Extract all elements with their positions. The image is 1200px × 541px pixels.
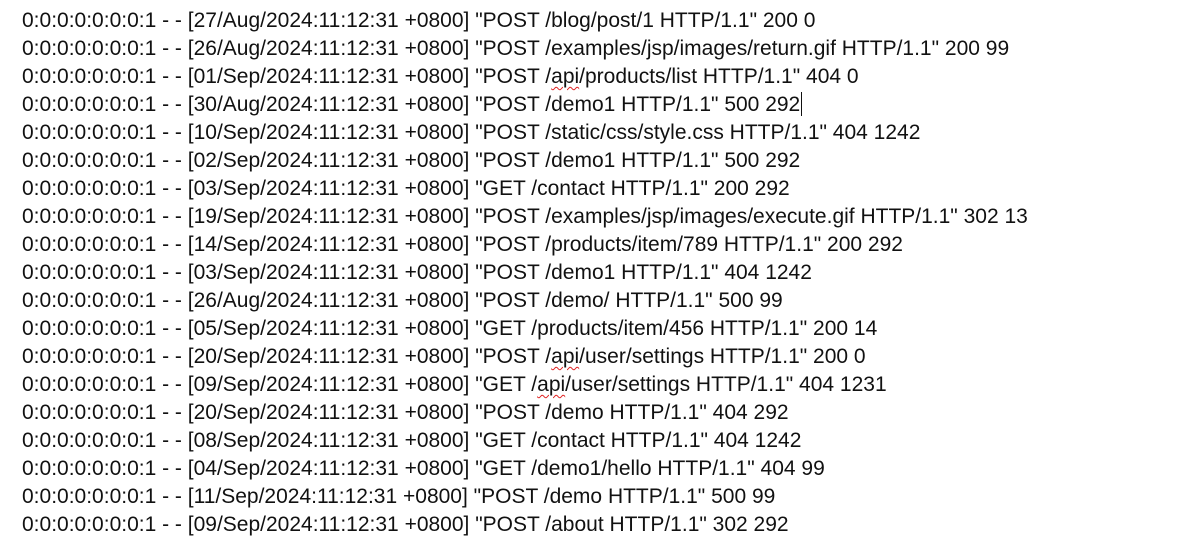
log-lines-list: 0:0:0:0:0:0:0:1 - - [27/Aug/2024:11:12:3…	[22, 7, 1028, 539]
text-editor-area[interactable]: 0:0:0:0:0:0:0:1 - - [27/Aug/2024:11:12:3…	[0, 0, 1200, 541]
spellcheck-underlined-word: api	[537, 373, 566, 396]
log-line: 0:0:0:0:0:0:0:1 - - [09/Sep/2024:11:12:3…	[22, 373, 887, 396]
log-line: 0:0:0:0:0:0:0:1 - - [10/Sep/2024:11:12:3…	[22, 121, 921, 144]
text-caret	[801, 92, 803, 116]
log-line: 0:0:0:0:0:0:0:1 - - [09/Sep/2024:11:12:3…	[22, 513, 789, 536]
log-line: 0:0:0:0:0:0:0:1 - - [08/Sep/2024:11:12:3…	[22, 429, 802, 452]
log-line: 0:0:0:0:0:0:0:1 - - [30/Aug/2024:11:12:3…	[22, 92, 803, 116]
log-line: 0:0:0:0:0:0:0:1 - - [20/Sep/2024:11:12:3…	[22, 401, 789, 424]
log-line: 0:0:0:0:0:0:0:1 - - [27/Aug/2024:11:12:3…	[22, 9, 816, 32]
log-line: 0:0:0:0:0:0:0:1 - - [01/Sep/2024:11:12:3…	[22, 65, 859, 88]
log-line: 0:0:0:0:0:0:0:1 - - [04/Sep/2024:11:12:3…	[22, 457, 825, 480]
log-line: 0:0:0:0:0:0:0:1 - - [03/Sep/2024:11:12:3…	[22, 261, 812, 284]
log-line: 0:0:0:0:0:0:0:1 - - [19/Sep/2024:11:12:3…	[22, 205, 1028, 228]
log-line: 0:0:0:0:0:0:0:1 - - [20/Sep/2024:11:12:3…	[22, 345, 866, 368]
spellcheck-underlined-word: api	[551, 65, 580, 88]
log-line: 0:0:0:0:0:0:0:1 - - [14/Sep/2024:11:12:3…	[22, 233, 903, 256]
log-line: 0:0:0:0:0:0:0:1 - - [05/Sep/2024:11:12:3…	[22, 317, 878, 340]
log-line: 0:0:0:0:0:0:0:1 - - [03/Sep/2024:11:12:3…	[22, 177, 790, 200]
log-line: 0:0:0:0:0:0:0:1 - - [02/Sep/2024:11:12:3…	[22, 149, 801, 172]
log-line: 0:0:0:0:0:0:0:1 - - [26/Aug/2024:11:12:3…	[22, 37, 1010, 60]
spellcheck-underlined-word: api	[551, 345, 580, 368]
log-line: 0:0:0:0:0:0:0:1 - - [26/Aug/2024:11:12:3…	[22, 289, 783, 312]
log-line: 0:0:0:0:0:0:0:1 - - [11/Sep/2024:11:12:3…	[22, 485, 776, 508]
